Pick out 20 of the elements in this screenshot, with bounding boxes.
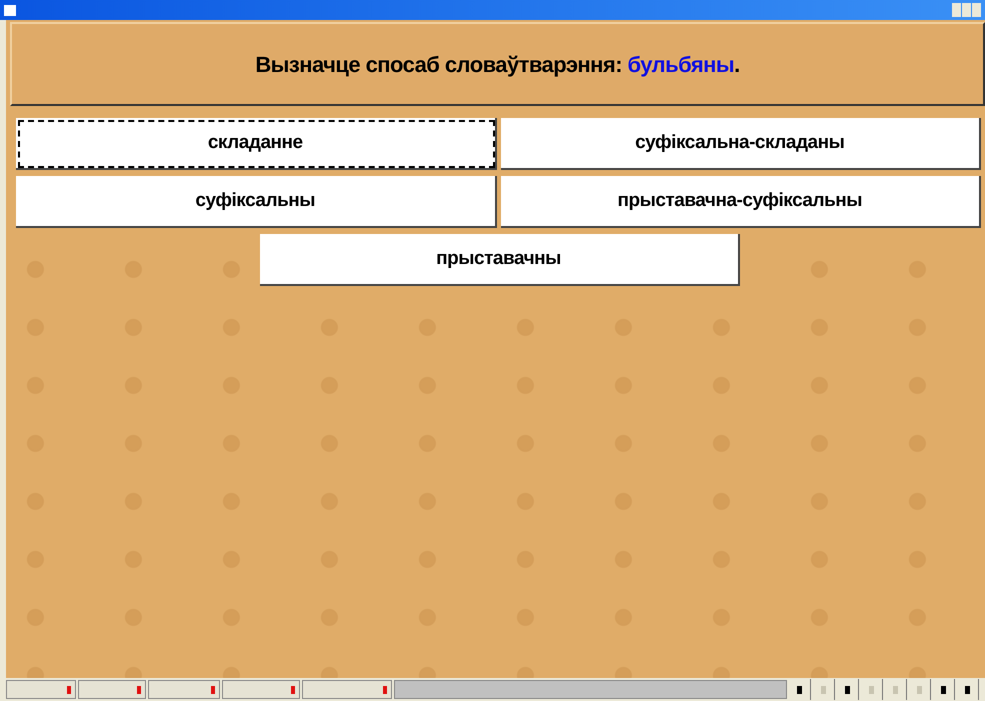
indicator-icon bbox=[67, 686, 71, 694]
glyph-icon bbox=[917, 686, 922, 694]
answer-option[interactable]: суфіксальны bbox=[16, 176, 496, 228]
answer-option[interactable]: прыставачны bbox=[260, 234, 740, 286]
answer-option[interactable]: прыставачна-суфіксальны bbox=[500, 176, 981, 228]
glyph-icon bbox=[845, 686, 850, 694]
glyph-icon bbox=[821, 686, 826, 694]
answer-option[interactable]: суфіксальна-складаны bbox=[500, 118, 981, 170]
glyph-icon bbox=[797, 686, 802, 694]
answer-option[interactable]: складанне bbox=[16, 118, 496, 170]
question-text: Вызначце спосаб словаўтварэння: бульбяны. bbox=[255, 50, 740, 79]
glyph-icon bbox=[941, 686, 946, 694]
indicator-icon bbox=[291, 686, 295, 694]
glyph-icon bbox=[965, 686, 970, 694]
glyph-icon bbox=[869, 686, 874, 694]
app-icon bbox=[4, 4, 16, 16]
glyph-icon bbox=[893, 686, 898, 694]
indicator-icon bbox=[211, 686, 215, 694]
indicator-icon bbox=[383, 686, 387, 694]
indicator-icon bbox=[137, 686, 141, 694]
